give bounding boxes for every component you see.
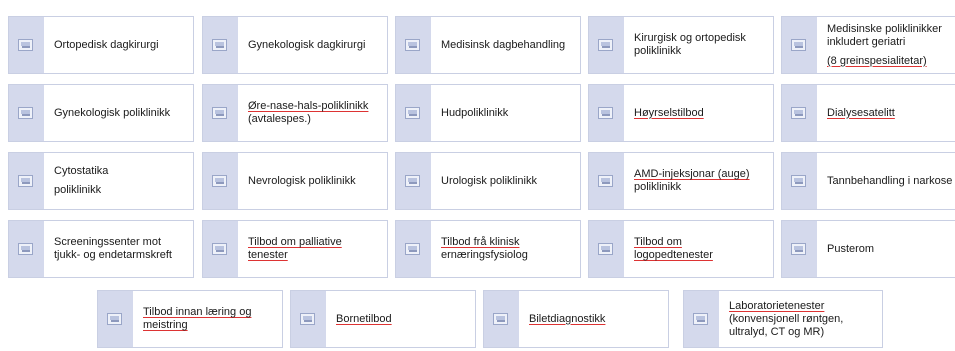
service-label: Tilbod om logopedtenester <box>634 236 713 261</box>
service-card-biletdiagnostikk: Biletdiagnostikk <box>483 290 669 348</box>
image-placeholder-icon <box>107 313 122 325</box>
card-accent <box>203 17 238 73</box>
service-label: Cytostatika poliklinikk <box>54 165 109 196</box>
image-placeholder-icon <box>405 175 420 187</box>
service-label: Nevrologisk poliklinikk <box>248 174 356 187</box>
service-label: Bornetilbod <box>336 312 392 325</box>
service-label: Ortopedisk dagkirurgi <box>54 38 159 51</box>
image-placeholder-icon <box>18 107 33 119</box>
service-card-screeningssenter: Screeningssenter mot tjukk- og endetarms… <box>8 220 194 278</box>
card-accent <box>9 221 44 277</box>
service-label: AMD-injeksjonar (auge) poliklinikk <box>634 168 750 193</box>
image-placeholder-icon <box>405 243 420 255</box>
service-label: Gynekologisk dagkirurgi <box>248 38 366 51</box>
service-card-pusterom: Pusterom <box>781 220 955 278</box>
image-placeholder-icon <box>791 175 806 187</box>
image-placeholder-icon <box>18 39 33 51</box>
service-label: Øre-nase-hals-poliklinikk (avtalespes.) <box>248 100 369 125</box>
card-accent <box>396 85 431 141</box>
card-accent <box>484 291 519 347</box>
image-placeholder-icon <box>598 243 613 255</box>
service-label: Dialysesatelitt <box>827 106 895 119</box>
card-accent <box>203 153 238 209</box>
service-label: Tannbehandling i narkose <box>827 174 953 187</box>
image-placeholder-icon <box>212 243 227 255</box>
service-label: Gynekologisk poliklinikk <box>54 106 171 119</box>
service-diagram: { "services": [ { "lines": ["Ortopedisk … <box>0 0 955 351</box>
card-accent <box>782 17 817 73</box>
card-accent <box>782 85 817 141</box>
service-card-medisinsk-dagbehandling: Medisinsk dagbehandling <box>395 16 581 74</box>
service-card-hoyrselstilbod: Høyrselstilbod <box>588 84 774 142</box>
image-placeholder-icon <box>18 243 33 255</box>
service-card-gynekologisk-dagkirurgi: Gynekologisk dagkirurgi <box>202 16 388 74</box>
service-card-ore-nase-hals: Øre-nase-hals-poliklinikk (avtalespes.) <box>202 84 388 142</box>
service-card-logopedtenester: Tilbod om logopedtenester <box>588 220 774 278</box>
image-placeholder-icon <box>212 175 227 187</box>
card-accent <box>203 85 238 141</box>
service-card-kirurgisk-ortopedisk-poliklinikk: Kirurgisk og ortopedisk poliklinikk <box>588 16 774 74</box>
card-accent <box>589 17 624 73</box>
card-accent <box>589 221 624 277</box>
image-placeholder-icon <box>18 175 33 187</box>
image-placeholder-icon <box>212 39 227 51</box>
service-label: Laboratorietenester (konvensjonell røntg… <box>729 299 844 338</box>
image-placeholder-icon <box>598 39 613 51</box>
service-card-urologisk-poliklinikk: Urologisk poliklinikk <box>395 152 581 210</box>
service-label: Kirurgisk og ortopedisk poliklinikk <box>634 32 746 57</box>
service-label: Hudpoliklinikk <box>441 106 509 119</box>
service-card-tannbehandling: Tannbehandling i narkose <box>781 152 955 210</box>
image-placeholder-icon <box>405 107 420 119</box>
service-card-klinisk-ernaeringsfysiolog: Tilbod frå klinisk ernæringsfysiolog <box>395 220 581 278</box>
service-card-hudpoliklinikk: Hudpoliklinikk <box>395 84 581 142</box>
service-label: Tilbod om palliative tenester <box>248 236 342 261</box>
image-placeholder-icon <box>693 313 708 325</box>
service-label: Screeningssenter mot tjukk- og endetarms… <box>54 236 172 261</box>
image-placeholder-icon <box>791 107 806 119</box>
card-accent <box>98 291 133 347</box>
service-card-bornetilbod: Bornetilbod <box>290 290 476 348</box>
service-label: Tilbod frå klinisk ernæringsfysiolog <box>441 236 528 261</box>
card-accent <box>782 153 817 209</box>
image-placeholder-icon <box>791 243 806 255</box>
card-accent <box>396 17 431 73</box>
service-card-gynekologisk-poliklinikk: Gynekologisk poliklinikk <box>8 84 194 142</box>
service-card-ortopedisk-dagkirurgi: Ortopedisk dagkirurgi <box>8 16 194 74</box>
image-placeholder-icon <box>300 313 315 325</box>
image-placeholder-icon <box>493 313 508 325</box>
card-accent <box>9 153 44 209</box>
card-accent <box>589 153 624 209</box>
card-accent <box>9 17 44 73</box>
service-label: Medisinsk dagbehandling <box>441 38 566 51</box>
image-placeholder-icon <box>598 175 613 187</box>
service-card-palliative-tenester: Tilbod om palliative tenester <box>202 220 388 278</box>
service-label: Pusterom <box>827 242 875 255</box>
service-card-cytostatika: Cytostatika poliklinikk <box>8 152 194 210</box>
card-accent <box>396 153 431 209</box>
card-accent <box>782 221 817 277</box>
image-placeholder-icon <box>598 107 613 119</box>
service-card-amd-injeksjonar: AMD-injeksjonar (auge) poliklinikk <box>588 152 774 210</box>
service-label: Tilbod innan læring og meistring <box>143 306 252 331</box>
service-label: Høyrselstilbod <box>634 106 704 119</box>
service-card-dialysesatelitt: Dialysesatelitt <box>781 84 955 142</box>
card-accent <box>203 221 238 277</box>
card-accent <box>589 85 624 141</box>
image-placeholder-icon <box>791 39 806 51</box>
card-accent <box>684 291 719 347</box>
service-label: Biletdiagnostikk <box>529 312 606 325</box>
card-accent <box>9 85 44 141</box>
image-placeholder-icon <box>212 107 227 119</box>
service-card-laering-og-meistring: Tilbod innan læring og meistring <box>97 290 283 348</box>
service-label: Medisinske poliklinikker inkludert geria… <box>827 22 942 67</box>
service-label: Urologisk poliklinikk <box>441 174 537 187</box>
service-card-medisinske-poliklinikker: Medisinske poliklinikker inkludert geria… <box>781 16 955 74</box>
card-accent <box>291 291 326 347</box>
card-accent <box>396 221 431 277</box>
service-card-laboratorietenester: Laboratorietenester (konvensjonell røntg… <box>683 290 883 348</box>
image-placeholder-icon <box>405 39 420 51</box>
service-card-nevrologisk-poliklinikk: Nevrologisk poliklinikk <box>202 152 388 210</box>
